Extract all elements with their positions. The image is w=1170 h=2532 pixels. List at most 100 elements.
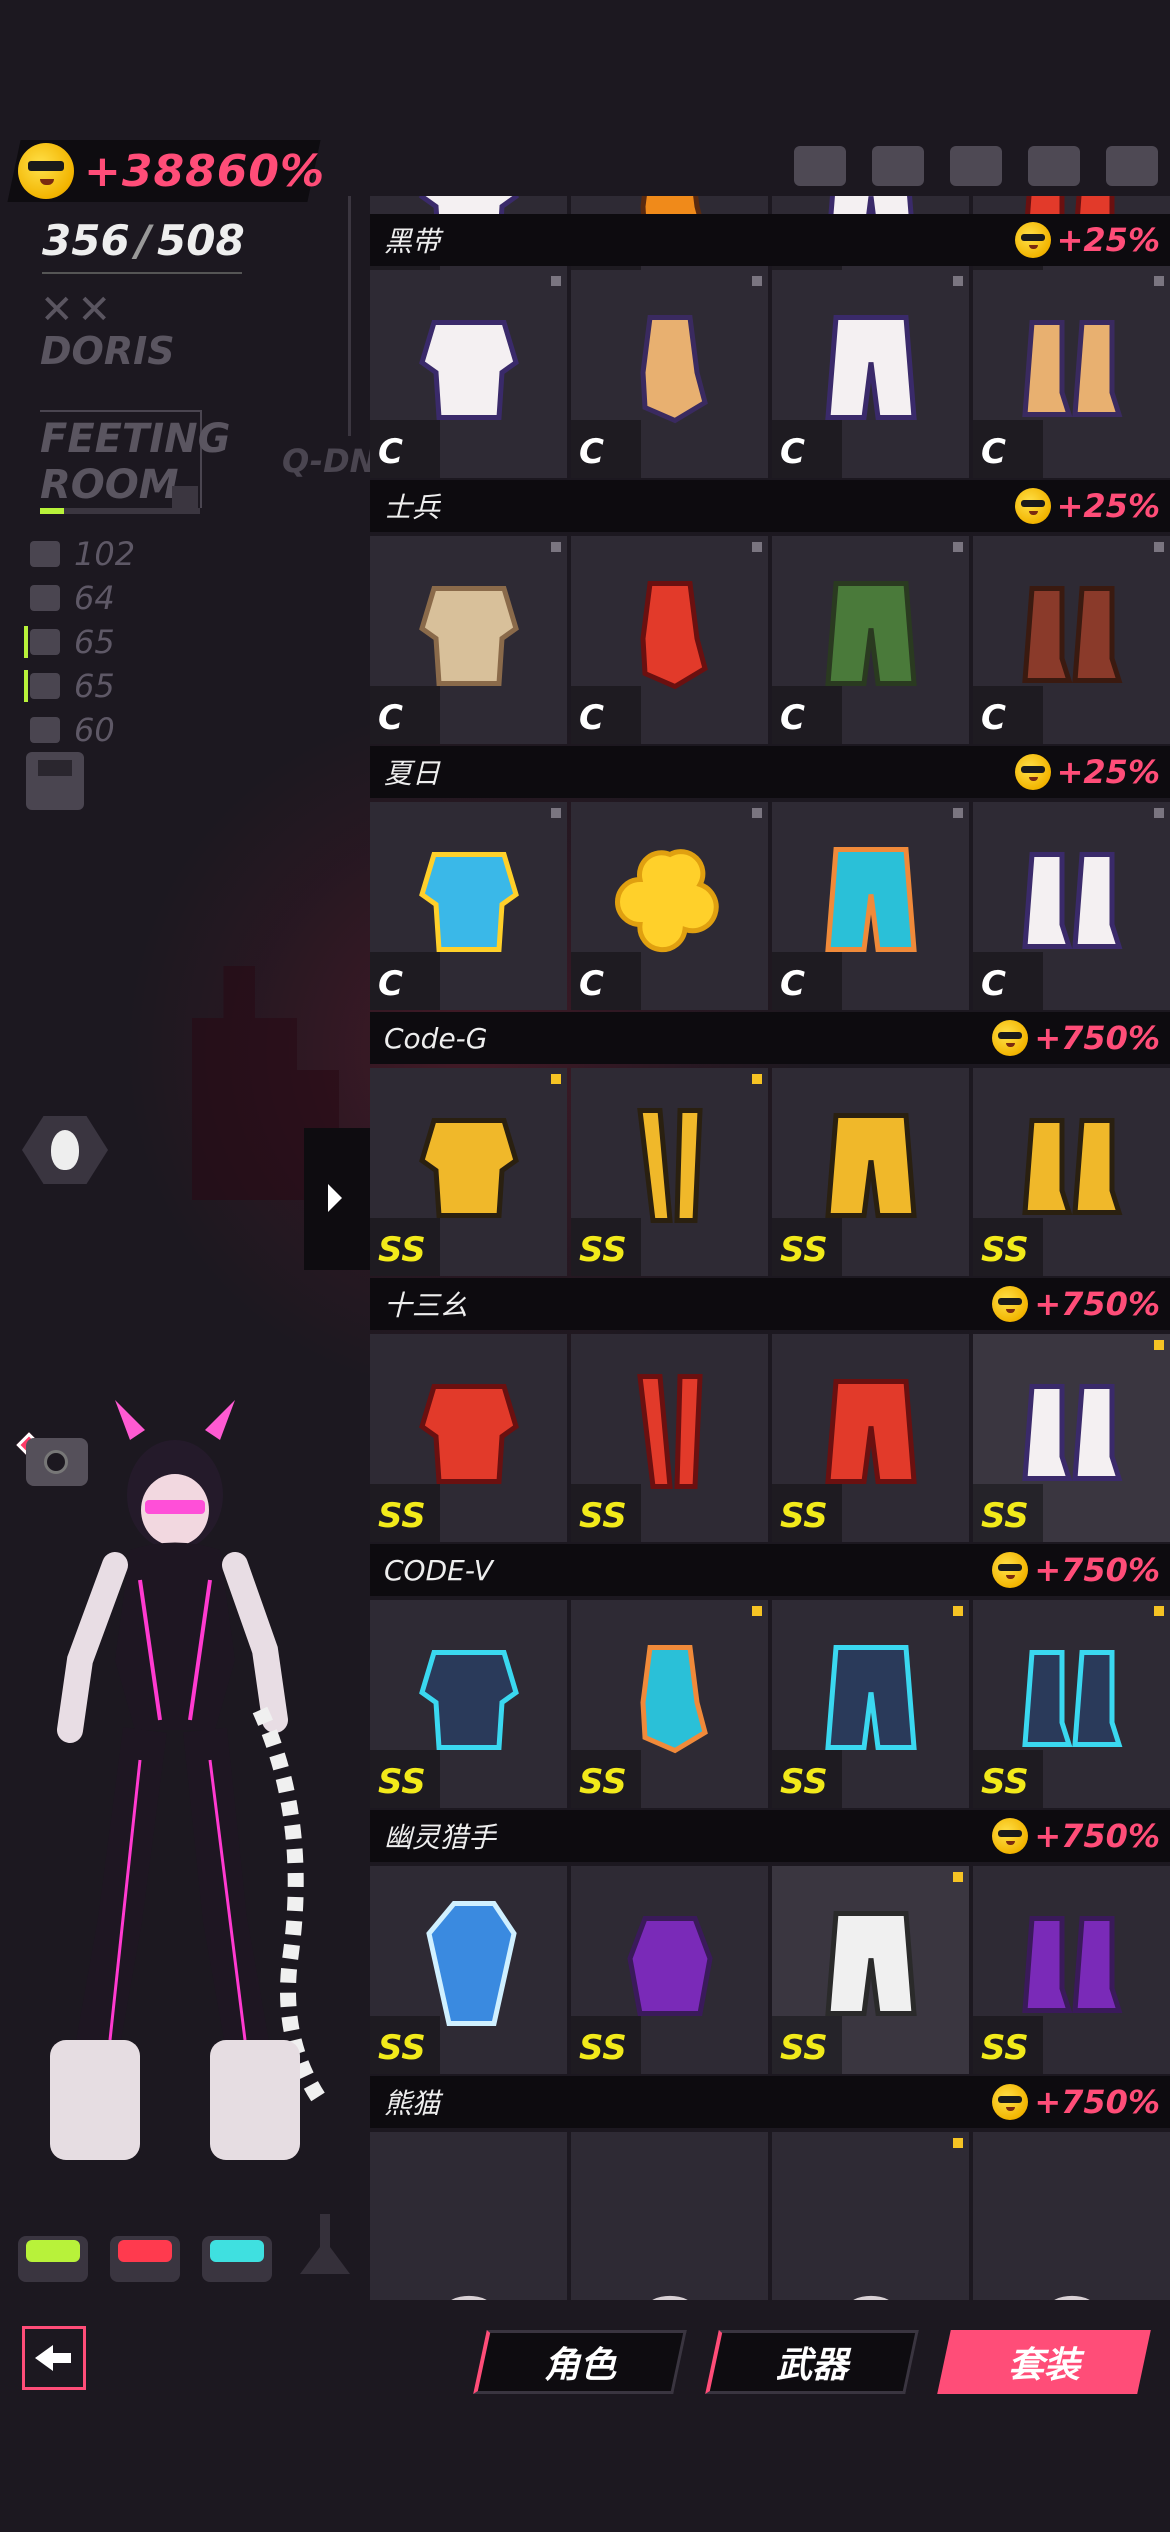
outfit-set: CODE-V +750% SS SS SS SS — [370, 1544, 1170, 1810]
item-art — [626, 1916, 713, 2016]
stat-glove: 65 — [24, 622, 115, 662]
set-header: CODE-V +750% — [370, 1544, 1170, 1596]
owned-marker — [953, 276, 963, 286]
outfit-item-card[interactable]: SS — [370, 1334, 567, 1542]
outfit-item-card[interactable]: SS — [973, 1068, 1170, 1276]
outfit-item-card[interactable]: C — [772, 536, 969, 744]
smiley-coin-icon — [1014, 754, 1051, 790]
outfit-item-card[interactable]: C — [772, 270, 969, 478]
hat-icon — [30, 541, 60, 567]
outfit-item-card[interactable]: SS — [772, 1334, 969, 1542]
owned-marker — [1154, 1340, 1164, 1350]
character-figure — [50, 1400, 327, 2160]
outfit-item-card[interactable] — [973, 2132, 1170, 2300]
hat-icon[interactable] — [794, 146, 846, 186]
outfit-item-card[interactable]: SS — [772, 1866, 969, 2074]
set-name: 十三幺 — [384, 1289, 469, 1322]
brush-icon[interactable] — [300, 2214, 350, 2274]
dye-button-1[interactable] — [18, 2236, 88, 2282]
item-art — [1021, 320, 1122, 417]
doris-logo: ✕✕ DORIS — [40, 287, 175, 373]
pants-icon[interactable] — [1028, 146, 1080, 186]
outfit-item-card[interactable]: SS — [571, 1600, 768, 1808]
item-art — [639, 1645, 708, 1754]
stat-value: 65 — [74, 667, 115, 705]
owned-marker — [551, 1074, 561, 1084]
set-bonus: +750% — [992, 1817, 1160, 1855]
expand-panel-button[interactable] — [304, 1128, 370, 1270]
smiley-coin-icon — [1014, 222, 1051, 258]
outfit-item-card[interactable] — [370, 2132, 567, 2300]
outfit-item-card[interactable]: SS — [973, 1866, 1170, 2074]
outfit-item-card[interactable]: SS — [772, 1600, 969, 1808]
set-header: 夏日 +25% — [370, 746, 1170, 798]
owned-marker — [953, 808, 963, 818]
mask-button[interactable] — [22, 1116, 108, 1184]
back-button[interactable] — [22, 2326, 86, 2390]
tab-outfit[interactable]: 套装 — [937, 2330, 1151, 2394]
set-bonus-value: +25% — [1056, 487, 1160, 525]
rank-label: C — [378, 432, 403, 472]
owned-marker — [953, 1872, 963, 1882]
item-art — [1021, 586, 1122, 683]
outfit-item-card[interactable]: C — [772, 802, 969, 1010]
outfit-item-card[interactable]: SS — [772, 1068, 969, 1276]
outfit-item-card[interactable]: SS — [370, 1600, 567, 1808]
outfit-set: 幽灵猎手 +750% SS SS SS SS — [370, 1810, 1170, 2076]
tab-weapon[interactable]: 武器 — [705, 2330, 919, 2394]
set-bonus-value: +25% — [1056, 221, 1160, 259]
outfit-item-card[interactable]: C — [571, 536, 768, 744]
outfit-item-card[interactable]: C — [973, 536, 1170, 744]
set-bonus-value: +750% — [1034, 1551, 1160, 1589]
outfit-item-card[interactable]: SS — [571, 1068, 768, 1276]
set-bonus: +25% — [1014, 487, 1160, 525]
rank-label: C — [579, 964, 604, 1004]
outfit-item-card[interactable]: SS — [571, 1334, 768, 1542]
dye-button-2[interactable] — [110, 2236, 180, 2282]
outfit-item-card[interactable]: C — [571, 270, 768, 478]
dye-button-3[interactable] — [202, 2236, 272, 2282]
item-art — [425, 1901, 517, 2026]
rank-label: C — [378, 698, 403, 738]
outfit-item-card[interactable]: SS — [973, 1334, 1170, 1542]
item-art — [852, 2295, 889, 2300]
outfit-item-card[interactable]: SS — [571, 1866, 768, 2074]
save-icon[interactable] — [26, 752, 84, 810]
outfit-item-card[interactable]: SS — [370, 1068, 567, 1276]
smiley-coin-icon — [992, 1020, 1029, 1056]
item-art — [639, 315, 708, 424]
item-art — [824, 1379, 917, 1484]
rank-label: C — [780, 964, 805, 1004]
outfit-item-card[interactable]: C — [571, 802, 768, 1010]
outfit-set-list[interactable]: CCCC黑带+25%CCCC士兵+25%CCCC夏日+25%CCCCCode-G… — [370, 196, 1170, 2300]
outfit-item-card[interactable]: C — [370, 536, 567, 744]
shoe-icon[interactable] — [1106, 146, 1158, 186]
owned-count: 356 — [42, 216, 130, 265]
outfit-item-card[interactable]: C — [370, 270, 567, 478]
outfit-item-card[interactable]: C — [973, 802, 1170, 1010]
owned-marker — [1154, 542, 1164, 552]
owned-marker — [953, 1606, 963, 1616]
outfit-item-card[interactable]: C — [370, 802, 567, 1010]
set-items: SS SS SS SS — [370, 1862, 1170, 2076]
set-name: 幽灵猎手 — [384, 1821, 497, 1854]
tab-role[interactable]: 角色 — [473, 2330, 687, 2394]
set-bonus: +25% — [1014, 221, 1160, 259]
rank-label: SS — [579, 2028, 627, 2068]
outfit-item-card[interactable] — [772, 2132, 969, 2300]
smiley-coin-icon — [1014, 488, 1051, 524]
outfit-set: 夏日 +25% C C C C — [370, 746, 1170, 1012]
glove-icon[interactable] — [950, 146, 1002, 186]
item-art — [1021, 1384, 1122, 1481]
outfit-item-card[interactable]: SS — [973, 1600, 1170, 1808]
item-art — [1021, 1650, 1122, 1747]
rank-label: SS — [981, 1762, 1029, 1802]
rank-label: SS — [981, 1496, 1029, 1536]
item-art — [636, 1374, 703, 1489]
outfit-item-card[interactable] — [571, 2132, 768, 2300]
shirt-icon[interactable] — [872, 146, 924, 186]
outfit-item-card[interactable]: C — [973, 270, 1170, 478]
set-name: 黑带 — [384, 225, 441, 258]
outfit-item-card[interactable]: SS — [370, 1866, 567, 2074]
item-art — [450, 2295, 487, 2300]
